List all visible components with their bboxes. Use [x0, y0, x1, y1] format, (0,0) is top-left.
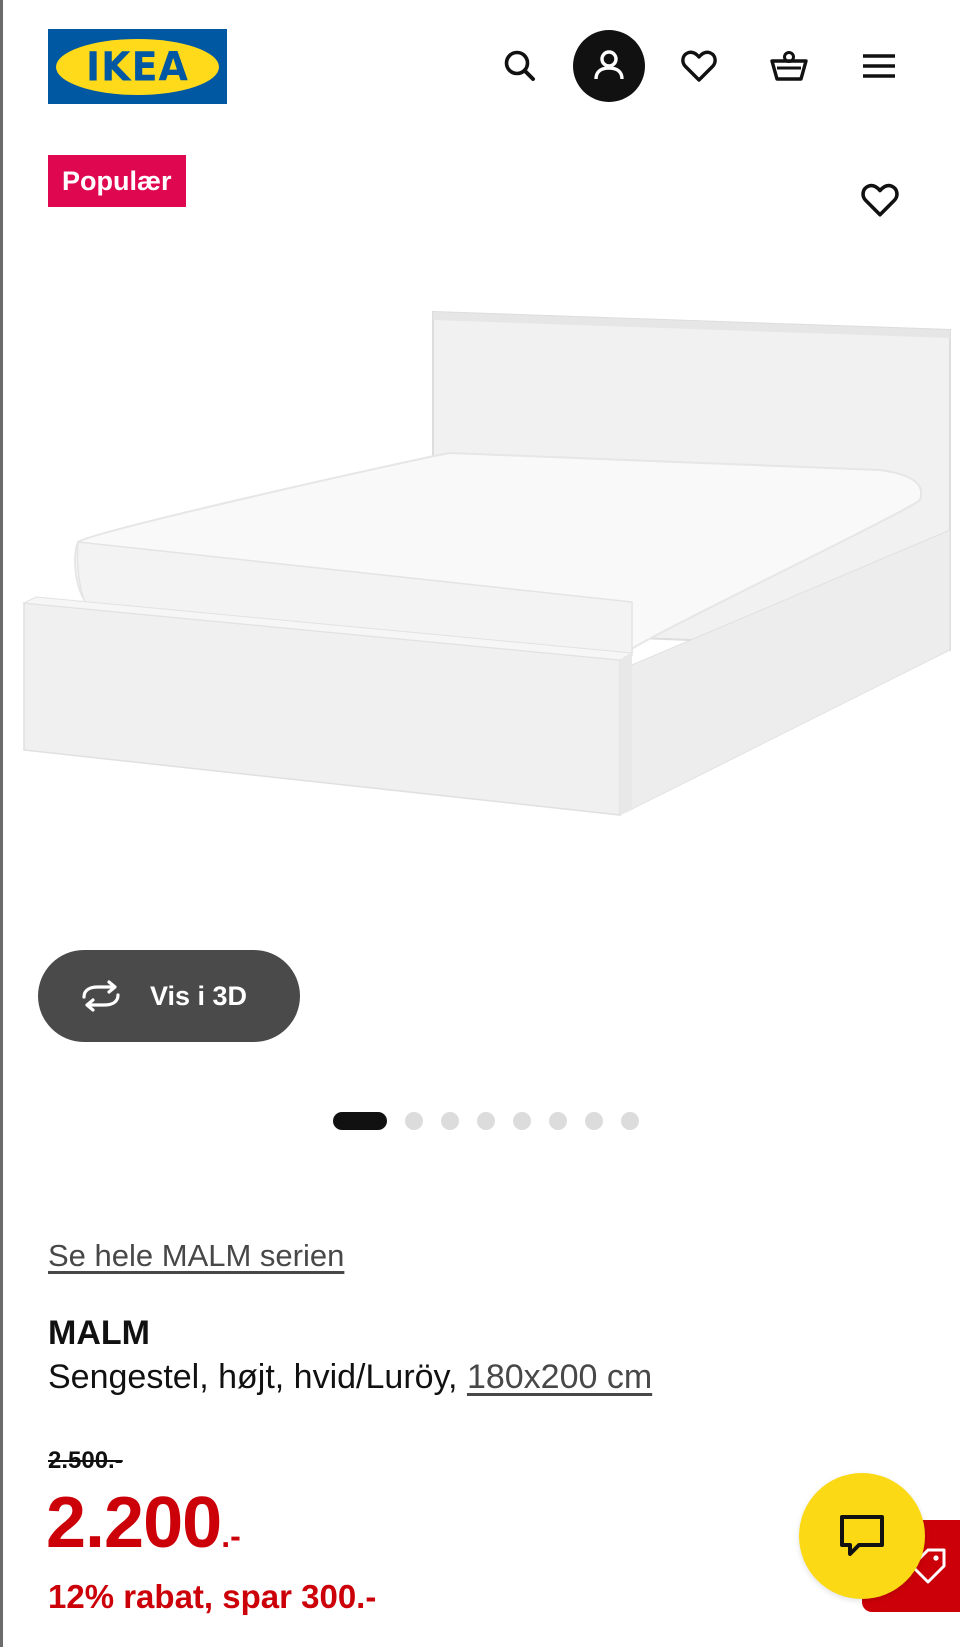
price-main: 2.200 — [46, 1483, 222, 1563]
carousel-dot[interactable] — [513, 1112, 531, 1130]
heart-icon — [861, 183, 899, 217]
series-link[interactable]: Se hele MALM serien — [48, 1238, 344, 1274]
popular-badge: Populær — [48, 155, 186, 207]
product-description: Sengestel, højt, hvid/Luröy, 180x200 cm — [48, 1358, 652, 1397]
image-carousel-dots — [333, 1110, 639, 1132]
search-button[interactable] — [484, 30, 556, 102]
logo-oval: IKEA — [56, 38, 219, 95]
product-description-text: Sengestel, højt, hvid/Luröy, — [48, 1358, 467, 1396]
old-price: 2.500.- — [48, 1447, 123, 1474]
discount-text: 12% rabat, spar 300.- — [48, 1578, 377, 1615]
menu-icon — [863, 54, 895, 78]
carousel-dot[interactable] — [621, 1112, 639, 1130]
carousel-dot[interactable] — [477, 1112, 495, 1130]
chat-button[interactable] — [799, 1473, 925, 1599]
view-in-3d-button[interactable]: Vis i 3D — [38, 950, 300, 1042]
shopping-bag-icon — [770, 51, 808, 81]
frame-edge — [0, 0, 3, 1647]
product-image[interactable] — [20, 310, 960, 930]
chat-icon — [840, 1515, 884, 1556]
ikea-logo[interactable]: IKEA — [48, 29, 227, 104]
view-in-3d-label: Vis i 3D — [150, 980, 248, 1011]
account-button[interactable] — [573, 30, 645, 102]
size-link[interactable]: 180x200 cm — [467, 1358, 652, 1396]
favourite-button[interactable] — [856, 176, 904, 224]
cart-button[interactable] — [753, 30, 825, 102]
price-suffix: .- — [221, 1518, 241, 1554]
current-price: 2.200 .- — [46, 1482, 241, 1564]
carousel-dot[interactable] — [441, 1112, 459, 1130]
carousel-dot[interactable] — [585, 1112, 603, 1130]
carousel-dot[interactable] — [405, 1112, 423, 1130]
logo-text: IKEA — [86, 43, 189, 90]
wishlist-button[interactable] — [663, 30, 735, 102]
carousel-dot[interactable] — [333, 1112, 387, 1130]
product-name: MALM — [48, 1314, 150, 1352]
heart-icon — [681, 50, 717, 82]
site-header: IKEA — [0, 0, 960, 130]
menu-button[interactable] — [843, 30, 915, 102]
search-icon — [504, 50, 535, 81]
carousel-dot[interactable] — [549, 1112, 567, 1130]
user-icon — [594, 50, 624, 80]
rotate-3d-icon — [82, 980, 120, 1012]
